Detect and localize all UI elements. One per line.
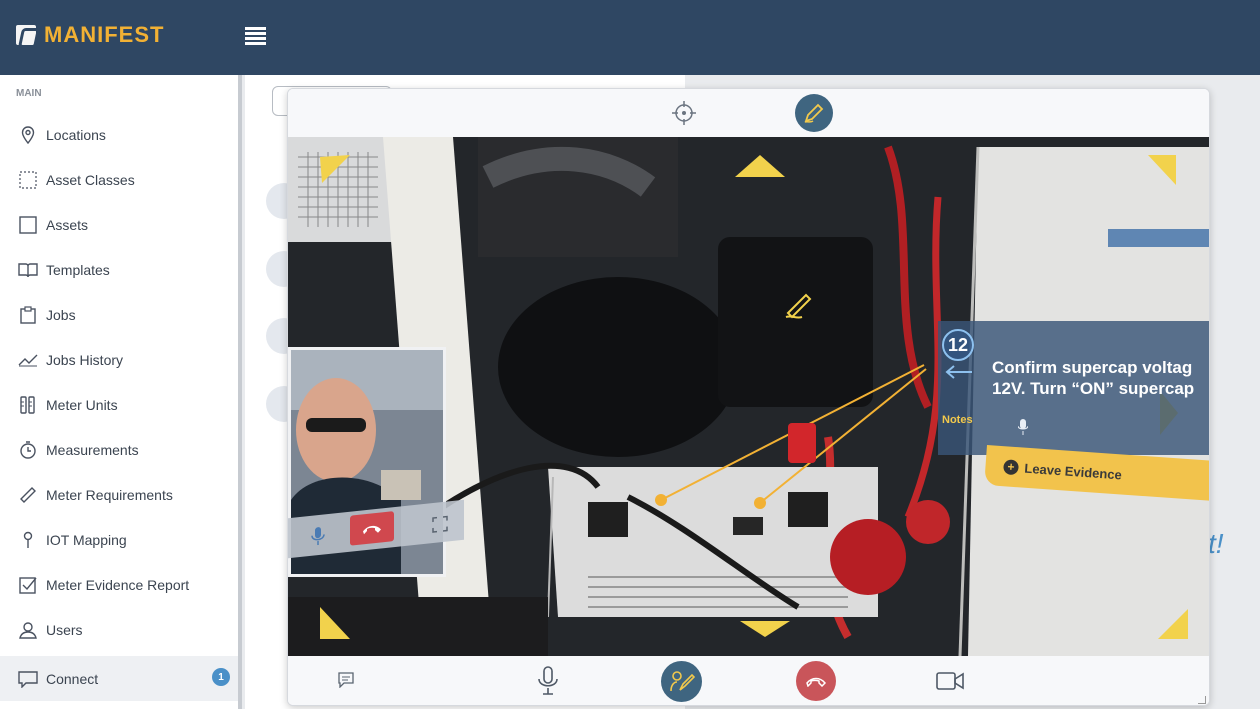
sidebar-item-users[interactable]: Users: [0, 607, 238, 652]
sidebar-item-label: Locations: [46, 126, 106, 143]
sidebar-item-label: Measurements: [46, 441, 139, 458]
sidebar-item-jobs-history[interactable]: Jobs History: [0, 337, 238, 382]
hamburger-icon: [245, 27, 266, 30]
dotted-square-icon: [16, 170, 40, 189]
pip-mute-button[interactable]: [310, 526, 326, 546]
sidebar-item-label: Assets: [46, 216, 89, 233]
ar-instruction-line-1: Confirm supercap voltag: [992, 358, 1193, 377]
microphone-icon: [1018, 419, 1028, 435]
leave-evidence-label: Leave Evidence: [1023, 460, 1123, 482]
sidebar-item-meter-evidence-report[interactable]: Meter Evidence Report: [0, 562, 238, 607]
manifest-logo-icon: [16, 25, 36, 45]
checkbox-icon: [16, 576, 40, 594]
brand-name: MANIFEST: [44, 22, 165, 47]
pin-icon: [16, 531, 40, 549]
square-icon: [16, 215, 40, 234]
crosshair-icon: [672, 101, 696, 125]
book-icon: [16, 262, 40, 278]
sidebar-item-label: Jobs History: [46, 351, 124, 368]
sidebar-item-assets[interactable]: Assets: [0, 202, 238, 247]
sidebar-item-label: Connect: [46, 670, 99, 687]
top-bar: MANIFEST: [0, 0, 1260, 75]
hangup-icon: [806, 677, 827, 687]
sidebar-item-label: IOT Mapping: [46, 531, 127, 548]
sidebar-item-iot-mapping[interactable]: IOT Mapping: [0, 517, 238, 562]
plus-icon: +: [1003, 458, 1020, 475]
sidebar-item-label: Meter Requirements: [46, 486, 173, 503]
stopwatch-icon: [16, 440, 40, 459]
sidebar-item-templates[interactable]: Templates: [0, 247, 238, 292]
main-tail-text: t!: [1208, 528, 1224, 559]
connect-badge: 1: [212, 668, 230, 686]
chat-icon: [338, 672, 354, 688]
trend-line-icon: [16, 353, 40, 367]
sidebar-item-connect[interactable]: Connect 1: [0, 656, 238, 701]
sidebar-item-asset-classes[interactable]: Asset Classes: [0, 157, 238, 202]
video-call-modal: 12 Confirm supercap voltag 12V. Turn “ON…: [287, 88, 1210, 706]
annotate-button[interactable]: [795, 94, 833, 132]
ar-instruction-panel[interactable]: 12 Confirm supercap voltag 12V. Turn “ON…: [938, 321, 1209, 455]
sidebar-item-locations[interactable]: Locations: [0, 112, 238, 157]
chat-button[interactable]: [336, 670, 356, 690]
pip-hangup-button[interactable]: [350, 511, 394, 546]
microphone-button[interactable]: [536, 666, 560, 696]
microphone-icon: [538, 666, 558, 695]
resize-handle[interactable]: [1198, 696, 1206, 704]
sidebar-item-label: Meter Evidence Report: [46, 576, 190, 593]
annotate-pen-icon: [804, 103, 824, 123]
sidebar-item-meter-units[interactable]: Meter Units: [0, 382, 238, 427]
sidebar-item-label: Meter Units: [46, 396, 118, 413]
hangup-icon: [363, 525, 381, 535]
hangup-button[interactable]: [796, 661, 836, 701]
modal-toolbar: [288, 89, 1209, 137]
clipboard-icon: [16, 305, 40, 324]
sidebar: MAIN Locations Asset Classes Assets Temp…: [0, 75, 242, 709]
map-pin-icon: [16, 125, 40, 144]
ar-instruction-line-2: 12V. Turn “ON” supercap: [992, 379, 1195, 398]
notes-label: Notes: [942, 414, 973, 426]
crosshair-button[interactable]: [670, 99, 698, 127]
sidebar-item-jobs[interactable]: Jobs: [0, 292, 238, 337]
chat-icon: [16, 670, 40, 688]
call-controls-bar: [288, 656, 1209, 705]
annotate-pen-icon: [669, 670, 695, 691]
annotate-button[interactable]: [661, 661, 702, 702]
sidebar-item-meter-requirements[interactable]: Meter Requirements: [0, 472, 238, 517]
sidebar-item-label: Jobs: [46, 306, 76, 323]
sidebar-item-label: Users: [46, 621, 83, 638]
meter-icon: [16, 395, 40, 414]
sidebar-item-label: Templates: [46, 261, 110, 278]
sidebar-section-label: MAIN: [16, 88, 42, 99]
menu-toggle-button[interactable]: [245, 27, 266, 45]
local-video-pip[interactable]: [288, 289, 464, 577]
video-camera-button[interactable]: [936, 668, 964, 694]
user-icon: [16, 621, 40, 639]
video-camera-icon: [936, 672, 964, 690]
sidebar-item-measurements[interactable]: Measurements: [0, 427, 238, 472]
ar-instruction-text: Confirm supercap voltag 12V. Turn “ON” s…: [992, 357, 1209, 399]
ruler-icon: [16, 486, 40, 504]
step-number: 12: [942, 329, 974, 361]
expand-icon[interactable]: [432, 515, 448, 533]
remote-video-feed[interactable]: 12 Confirm supercap voltag 12V. Turn “ON…: [288, 137, 1209, 656]
brand-logo[interactable]: MANIFEST: [16, 22, 164, 48]
sidebar-item-label: Asset Classes: [46, 171, 135, 188]
arrow-left-icon: [945, 365, 972, 379]
